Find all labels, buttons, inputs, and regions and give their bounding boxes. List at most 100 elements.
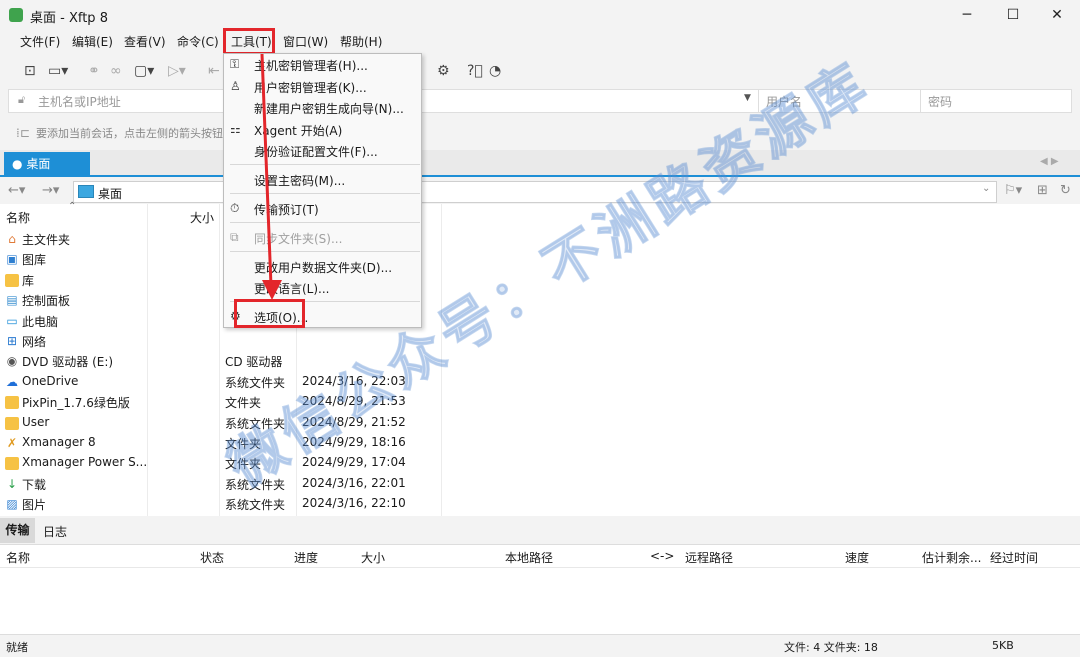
menu-item-transfer-schedule[interactable]: 传输预订(T)	[254, 201, 319, 218]
transfer-col-name[interactable]: 名称	[6, 549, 30, 566]
menu-item-new-key-wizard[interactable]: 新建用户密钥生成向导(N)...	[254, 100, 404, 117]
menu-help[interactable]: 帮助(H)	[336, 30, 386, 54]
menu-item-xagent[interactable]: Xagent 开始(A)	[254, 122, 342, 139]
lock-icon: 🔓︎	[18, 93, 26, 106]
transfer-col-size[interactable]: 大小	[361, 549, 385, 566]
path-input[interactable]	[73, 181, 997, 203]
chat-icon[interactable]: ◔	[489, 62, 501, 80]
file-name[interactable]: 库	[22, 272, 34, 289]
column-header-size[interactable]: 大小	[190, 209, 214, 226]
settings-gear-icon[interactable]: ⚙	[437, 62, 450, 80]
status-text: 就绪	[6, 641, 28, 654]
menu-view[interactable]: 查看(V)	[120, 30, 170, 54]
menu-item-change-data-folder[interactable]: 更改用户数据文件夹(D)...	[254, 259, 392, 276]
session-hint: 要添加当前会话，点击左侧的箭头按钮	[36, 127, 223, 140]
file-date: 2024/3/16, 22:10	[302, 496, 406, 511]
play-icon[interactable]: ▷▾	[168, 62, 186, 80]
disconnect-icon[interactable]: ⚭	[88, 62, 100, 80]
new-folder-icon[interactable]: ⊞	[1037, 183, 1048, 198]
menu-command[interactable]: 命令(C)	[173, 30, 223, 54]
transfer-col-speed[interactable]: 速度	[845, 549, 869, 566]
menu-window[interactable]: 窗口(W)	[279, 30, 332, 54]
menu-item-change-language[interactable]: 更改语言(L)...	[254, 280, 330, 297]
options-highlight	[234, 299, 305, 328]
address-bar	[8, 89, 1072, 113]
column-header-name[interactable]: 名称	[6, 209, 30, 226]
divider	[920, 89, 921, 113]
transfer-col-progress[interactable]: 进度	[294, 549, 318, 566]
file-name[interactable]: 图库	[22, 251, 46, 268]
transfer-col-eta[interactable]: 估计剩余...	[922, 549, 981, 566]
status-size: 5KB	[992, 639, 1014, 652]
xmanager-icon: ✗	[6, 436, 18, 450]
file-type: 系统文件夹	[225, 375, 286, 390]
maximize-button[interactable]: ☐	[990, 0, 1036, 30]
home-icon: ⌂	[8, 232, 16, 246]
menu-divider	[230, 222, 420, 223]
minimize-button[interactable]: ─	[944, 0, 990, 30]
help-icon[interactable]: ?⃝	[467, 62, 483, 80]
menu-file[interactable]: 文件(F)	[16, 30, 64, 54]
file-name[interactable]: 下载	[22, 476, 46, 493]
host-input[interactable]: 主机名或IP地址	[38, 93, 121, 110]
desktop-icon	[78, 185, 94, 198]
transfer-icon[interactable]: ⇤	[208, 62, 220, 80]
tab-desktop[interactable]: ● 桌面	[4, 152, 90, 177]
open-folder-icon[interactable]: ▭▾	[48, 62, 68, 80]
refresh-icon[interactable]: ↻	[1060, 183, 1071, 198]
file-name[interactable]: PixPin_1.7.6绿色版	[22, 394, 130, 411]
file-name[interactable]: 主文件夹	[22, 231, 70, 248]
file-name[interactable]: 控制面板	[22, 292, 70, 309]
back-icon[interactable]: ←▾	[8, 183, 25, 198]
bookmark-icon[interactable]: ⚐▾	[1004, 183, 1022, 198]
app-icon	[9, 8, 23, 22]
path-dropdown-icon[interactable]: ⌄	[982, 183, 990, 194]
file-name[interactable]: 图片	[22, 496, 46, 513]
tab-scroll-icon[interactable]: ◀ ▶	[1040, 156, 1059, 167]
file-name[interactable]: Xmanager 8	[22, 435, 96, 449]
menu-item-auth-profile[interactable]: 身份验证配置文件(F)...	[254, 143, 378, 160]
transfer-col-local-path[interactable]: 本地路径	[505, 549, 553, 566]
transfer-col-elapsed[interactable]: 经过时间	[990, 549, 1038, 566]
transfer-col-direction[interactable]: <->	[650, 549, 674, 563]
menu-item-user-key-manager[interactable]: 用户密钥管理者(K)...	[254, 79, 367, 96]
password-input[interactable]: 密码	[928, 93, 952, 110]
menu-item-host-key-manager[interactable]: 主机密钥管理者(H)...	[254, 57, 368, 74]
menu-edit[interactable]: 编辑(E)	[68, 30, 117, 54]
file-name[interactable]: OneDrive	[22, 374, 78, 388]
tab-log[interactable]: 日志	[43, 523, 67, 540]
transfer-col-status[interactable]: 状态	[200, 549, 224, 566]
dvd-icon: ◉	[6, 354, 18, 369]
toolbar	[0, 55, 1080, 87]
download-icon: ↓	[6, 476, 18, 491]
menu-item-master-password[interactable]: 设置主密码(M)...	[254, 172, 345, 189]
close-button[interactable]: ✕	[1034, 0, 1080, 30]
control-panel-icon: ▤	[6, 293, 18, 308]
folder-icon	[5, 396, 19, 410]
menu-divider	[230, 251, 420, 252]
file-name[interactable]: Xmanager Power S...	[22, 455, 147, 469]
sync-icon: ⧉	[230, 230, 239, 244]
folder-icon	[5, 416, 19, 430]
folder-icon	[5, 273, 19, 287]
tab-strip	[0, 150, 1080, 177]
column-divider	[219, 204, 220, 516]
host-key-icon: ⚿	[230, 57, 240, 71]
tab-label: 桌面	[26, 157, 51, 171]
file-name[interactable]: DVD 驱动器 (E:)	[22, 353, 113, 370]
file-date: 2024/3/16, 22:01	[302, 475, 406, 490]
forward-icon[interactable]: →▾	[42, 183, 59, 198]
file-name[interactable]: User	[22, 415, 49, 429]
clock-icon: ⏱	[230, 201, 240, 215]
cloud-icon: ☁	[6, 374, 18, 389]
link-icon[interactable]: ∞	[110, 62, 122, 80]
new-session-icon[interactable]: ⊡	[24, 62, 36, 80]
file-name[interactable]: 此电脑	[22, 313, 58, 330]
file-name[interactable]: 网络	[22, 333, 46, 350]
menu-divider	[230, 193, 420, 194]
tab-transfer[interactable]: 传输	[0, 518, 35, 543]
transfer-col-remote-path[interactable]: 远程路径	[685, 549, 733, 566]
window-icon[interactable]: ▢▾	[134, 62, 154, 80]
tab-dot-icon: ●	[12, 157, 23, 171]
tools-menu-highlight	[223, 28, 275, 55]
